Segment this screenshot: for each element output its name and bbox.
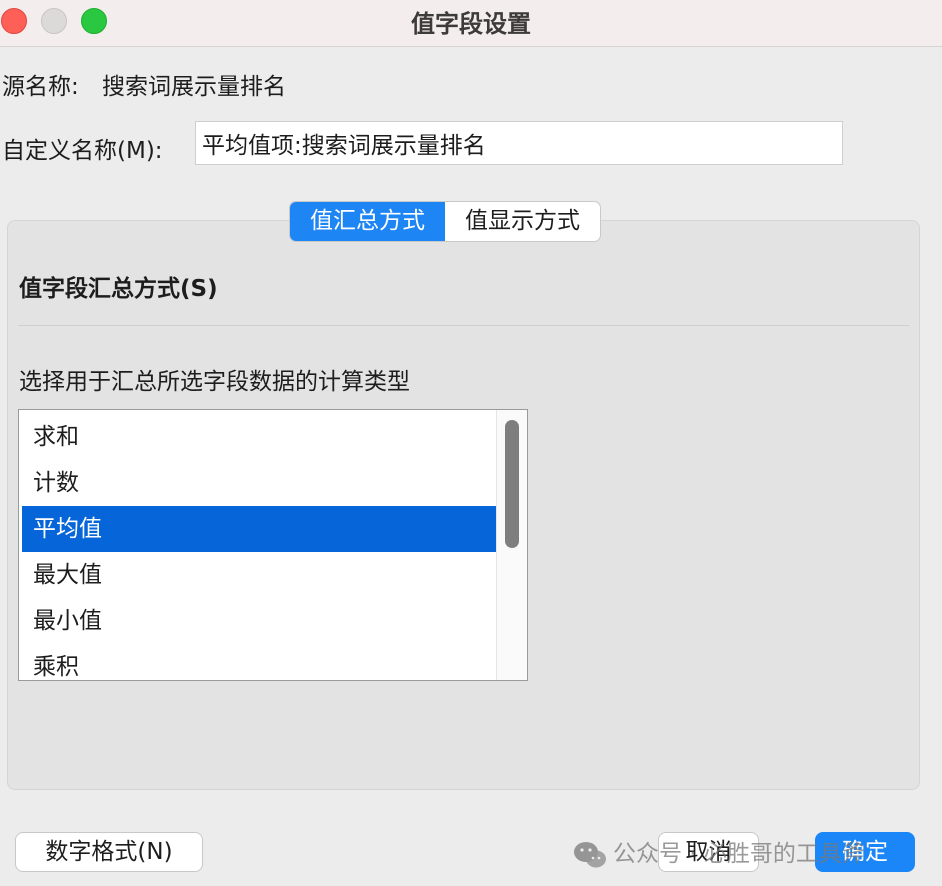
list-item-count[interactable]: 计数 (22, 460, 496, 506)
custom-name-label: 自定义名称(M): (2, 138, 163, 164)
tab-show-values-as[interactable]: 值显示方式 (445, 202, 600, 241)
list-item-sum[interactable]: 求和 (22, 414, 496, 460)
list-item-product[interactable]: 乘积 (22, 644, 496, 680)
source-name-label: 源名称: (2, 74, 79, 100)
source-name-value: 搜索词展示量排名 (102, 74, 286, 100)
window-title: 值字段设置 (411, 10, 531, 38)
list-item-max[interactable]: 最大值 (22, 552, 496, 598)
scrollbar-thumb[interactable] (505, 420, 519, 548)
tab-bar: 值汇总方式 值显示方式 (289, 201, 601, 242)
ok-button[interactable]: 确定 (815, 832, 915, 872)
list-item-min[interactable]: 最小值 (22, 598, 496, 644)
wechat-icon (574, 841, 606, 867)
calculation-hint: 选择用于汇总所选字段数据的计算类型 (19, 369, 410, 395)
title-bar: 值字段设置 (0, 0, 942, 47)
list-scrollbar[interactable] (496, 410, 527, 680)
custom-name-input[interactable] (195, 121, 843, 165)
calculation-type-list[interactable]: 求和 计数 平均值 最大值 最小值 乘积 (18, 409, 528, 681)
number-format-button[interactable]: 数字格式(N) (15, 832, 203, 872)
list-item-average[interactable]: 平均值 (22, 506, 496, 552)
divider (18, 325, 909, 326)
section-title: 值字段汇总方式(S) (19, 276, 218, 302)
cancel-button[interactable]: 取消 (658, 832, 759, 872)
tab-summarize-by[interactable]: 值汇总方式 (290, 202, 445, 241)
